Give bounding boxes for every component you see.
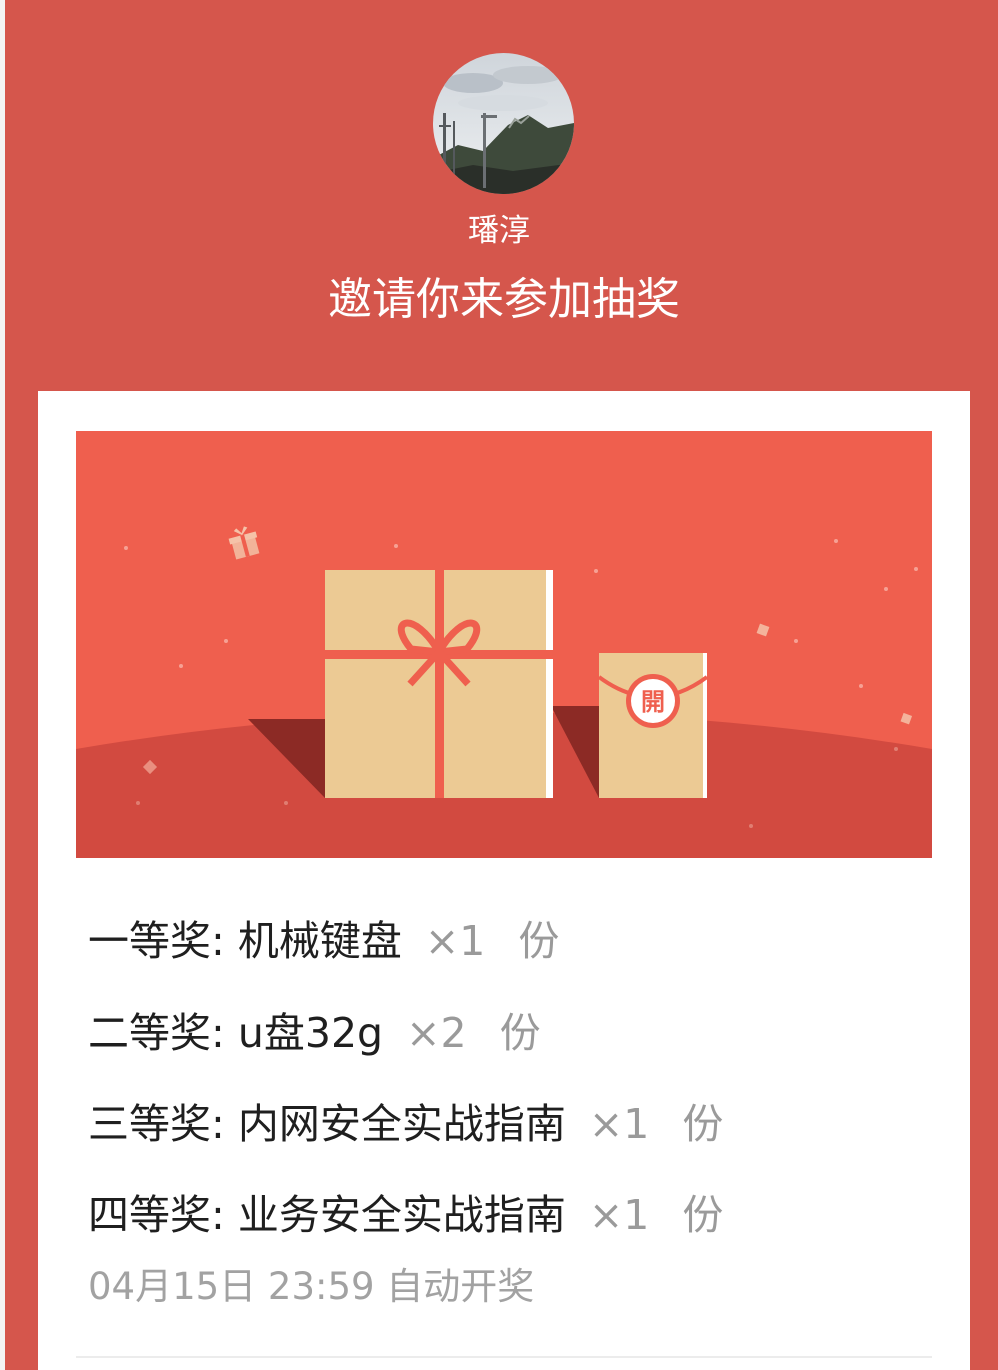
prize-tier: 一等奖: (88, 917, 225, 965)
username: 璠淳 (468, 213, 530, 249)
prize-unit: 份 (499, 1009, 541, 1057)
prize-row-2: 二等奖: u盘32g ×2 份 (88, 1003, 541, 1063)
prize-item: 机械键盘 (237, 917, 402, 965)
prize-qty: ×1 (588, 1191, 650, 1239)
invite-headline: 邀请你来参加抽奖 (328, 274, 680, 325)
prize-item: u盘32g (237, 1009, 384, 1057)
prize-item: 内网安全实战指南 (237, 1100, 566, 1148)
prize-unit: 份 (682, 1100, 724, 1148)
gift-box-icon (325, 570, 553, 798)
prize-item: 业务安全实战指南 (237, 1191, 566, 1239)
prize-tier: 二等奖: (88, 1009, 225, 1057)
lottery-invite-page: 璠淳 邀请你来参加抽奖 開 一等奖: 机械键盘 ×1 份 二等奖: u盘32g … (0, 0, 998, 1370)
lottery-card: 開 一等奖: 机械键盘 ×1 份 二等奖: u盘32g ×2 份 三等奖: 内网… (38, 391, 970, 1370)
draw-time: 04月15日 23:59 自动开奖 (88, 1265, 535, 1308)
seal-char: 開 (641, 688, 665, 716)
prize-tier: 四等奖: (88, 1191, 225, 1239)
left-edge-strip (0, 0, 5, 1370)
prize-qty: ×2 (406, 1009, 467, 1057)
prize-tier: 三等奖: (88, 1100, 225, 1148)
prize-unit: 份 (682, 1191, 724, 1239)
prize-qty: ×1 (588, 1100, 650, 1148)
prize-unit: 份 (518, 917, 560, 965)
prize-row-1: 一等奖: 机械键盘 ×1 份 (88, 911, 559, 971)
red-packet-icon: 開 (597, 653, 709, 798)
divider (76, 1356, 932, 1358)
prize-row-3: 三等奖: 内网安全实战指南 ×1 份 (88, 1094, 723, 1154)
prize-banner: 開 (76, 431, 932, 858)
prize-qty: ×1 (424, 917, 486, 965)
avatar[interactable] (433, 53, 574, 194)
prize-row-4: 四等奖: 业务安全实战指南 ×1 份 (88, 1185, 723, 1245)
